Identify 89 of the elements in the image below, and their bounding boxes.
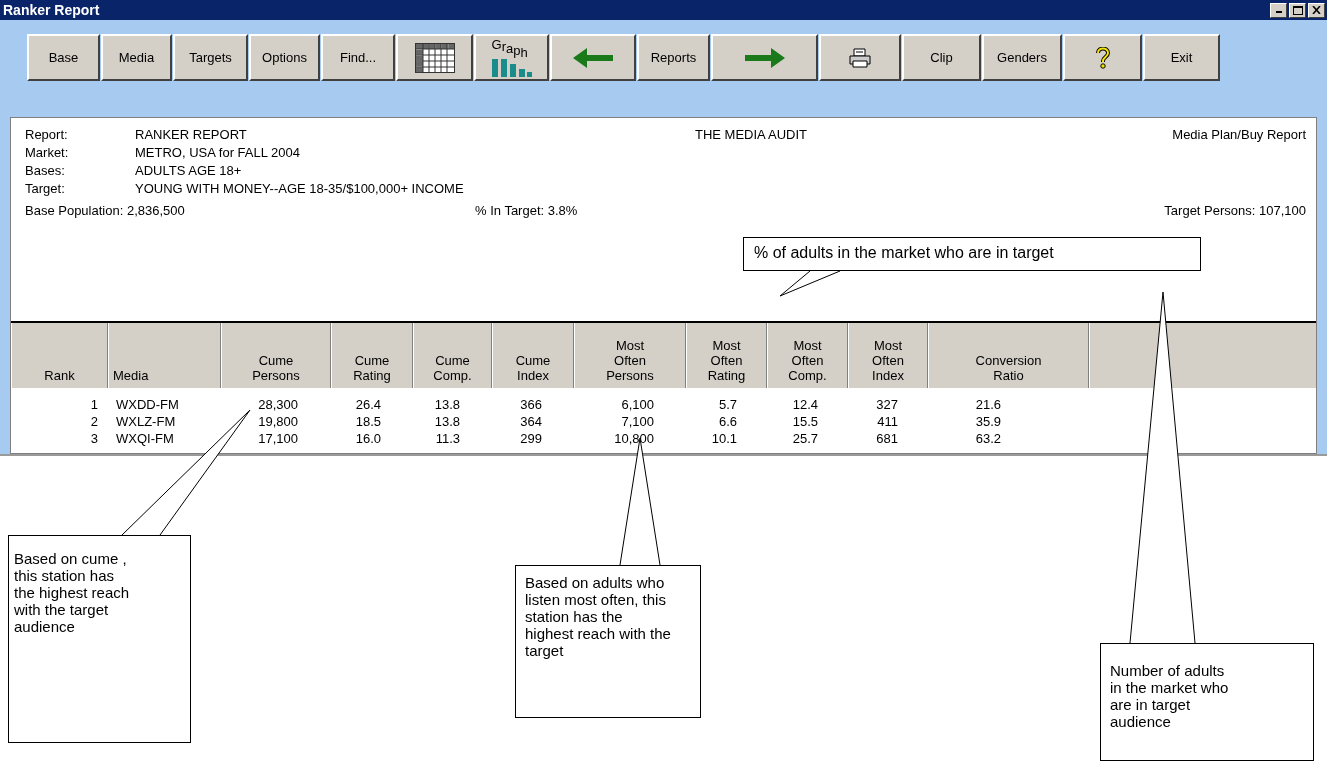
print-button[interactable]: [819, 34, 901, 81]
question-mark-icon: [1095, 46, 1110, 69]
table-cell-text: 13.8: [433, 413, 461, 430]
table-cell-text: 13.8: [433, 396, 461, 413]
left-arrow-icon: [573, 47, 613, 68]
table-cell-text: WXLZ-FM: [115, 413, 177, 430]
table-grid-icon: [414, 42, 455, 73]
callout-note: Based on adults who listen most often, this station has the highest reach with the target: [515, 565, 701, 718]
graph-button[interactable]: Graph: [474, 34, 549, 81]
column-header: Most Often Rating: [686, 323, 767, 388]
graph-label: Graph: [491, 38, 528, 59]
table-cell-text: 63.2: [974, 430, 1002, 447]
toolbar-button[interactable]: Reports: [637, 34, 710, 81]
toolbar-button[interactable]: Targets: [173, 34, 248, 81]
base-population: Base Population: 2,836,500: [25, 203, 186, 218]
field-value: YOUNG WITH MONEY--AGE 18-35/$100,000+ INCOME: [135, 180, 465, 196]
field-value: ADULTS AGE 18+: [135, 162, 243, 178]
column-header: Cume Persons: [221, 323, 331, 388]
field-label: Report:: [25, 126, 69, 142]
table-cell-text: WXQI-FM: [115, 430, 175, 447]
field-value: METRO, USA for FALL 2004: [135, 144, 301, 160]
column-header: Media: [108, 323, 221, 388]
minimize-button[interactable]: [1270, 2, 1287, 18]
table-cell-text: 35.9: [974, 413, 1002, 430]
forward-button[interactable]: [711, 34, 818, 81]
column-header: Most Often Persons: [574, 323, 686, 388]
field-label: Target:: [25, 180, 66, 196]
toolbar-button[interactable]: Media: [101, 34, 172, 81]
table-cell-text: 17,100: [257, 430, 299, 447]
bar-chart-icon: [491, 59, 532, 77]
column-header: Conversion Ratio: [928, 323, 1089, 388]
column-header: Cume Comp.: [413, 323, 492, 388]
table-cell-text: 15.5: [791, 413, 819, 430]
table-cell-text: 16.0: [354, 430, 382, 447]
table-cell-text: 411: [876, 413, 899, 430]
report-source: THE MEDIA AUDIT: [695, 126, 808, 142]
table-cell-text: 327: [875, 396, 899, 413]
close-button[interactable]: [1308, 2, 1325, 18]
close-icon: [1312, 6, 1321, 14]
target-persons: Target Persons: 107,100: [1163, 203, 1306, 218]
toolbar-button[interactable]: Base: [27, 34, 100, 81]
column-header: Cume Rating: [331, 323, 413, 388]
column-header: Most Often Index: [848, 323, 928, 388]
leader-line: [779, 270, 841, 297]
field-value: RANKER REPORT: [135, 126, 248, 142]
table-cell-text: 18.5: [354, 413, 382, 430]
table-cell-text: 681: [875, 430, 899, 447]
percent-in-target: % In Target: 3.8%: [475, 203, 579, 218]
callout-note: Based on cume , this station has the highest reach with the target audience: [8, 535, 191, 743]
table-cell-text: 3: [89, 430, 99, 447]
table-cell-text: 2: [89, 413, 99, 430]
toolbar-button[interactable]: Find...: [321, 34, 395, 81]
table-cell-text: 1: [89, 396, 99, 413]
table-cell-text: 364: [519, 413, 543, 430]
table-cell-text: 7,100: [620, 413, 655, 430]
toolbar-button[interactable]: Exit: [1143, 34, 1220, 81]
toolbar-button[interactable]: Clip: [902, 34, 981, 81]
table-cell-text: 28,300: [257, 396, 299, 413]
report-type: Media Plan/Buy Report: [1171, 126, 1306, 142]
maximize-button[interactable]: [1289, 2, 1306, 18]
table-cell-text: 26.4: [354, 396, 382, 413]
right-arrow-icon: [744, 47, 785, 68]
toolbar-button[interactable]: Genders: [982, 34, 1062, 81]
table-cell-text: 10.1: [710, 430, 738, 447]
table-cell-text: WXDD-FM: [115, 396, 180, 413]
table-cell-text: 5.7: [717, 396, 738, 413]
column-header: Cume Index: [492, 323, 574, 388]
column-header: Rank: [11, 323, 108, 388]
callout-note: Number of adults in the market who are in target audience: [1100, 643, 1314, 761]
help-button[interactable]: [1063, 34, 1142, 81]
window-title: Ranker Report: [3, 2, 100, 18]
table-cell-text: 366: [519, 396, 543, 413]
table-cell-text: 12.4: [791, 396, 819, 413]
table-view-button[interactable]: [396, 34, 473, 81]
table-cell-text: 299: [519, 430, 543, 447]
maximize-icon: [1292, 5, 1303, 15]
field-label: Market:: [25, 144, 70, 160]
table-cell-text: 19,800: [257, 413, 299, 430]
table-cell-text: 6.6: [717, 413, 738, 430]
printer-icon: [849, 47, 871, 68]
back-button[interactable]: [550, 34, 636, 81]
toolbar-button[interactable]: Options: [249, 34, 320, 81]
table-cell-text: 10,800: [613, 430, 655, 447]
table-cell-text: 11.3: [434, 430, 461, 447]
table-cell-text: 25.7: [791, 430, 819, 447]
table-cell-text: 21.6: [974, 396, 1002, 413]
field-label: Bases:: [25, 162, 66, 178]
table-cell-text: 6,100: [620, 396, 655, 413]
column-header: Most Often Comp.: [767, 323, 848, 388]
